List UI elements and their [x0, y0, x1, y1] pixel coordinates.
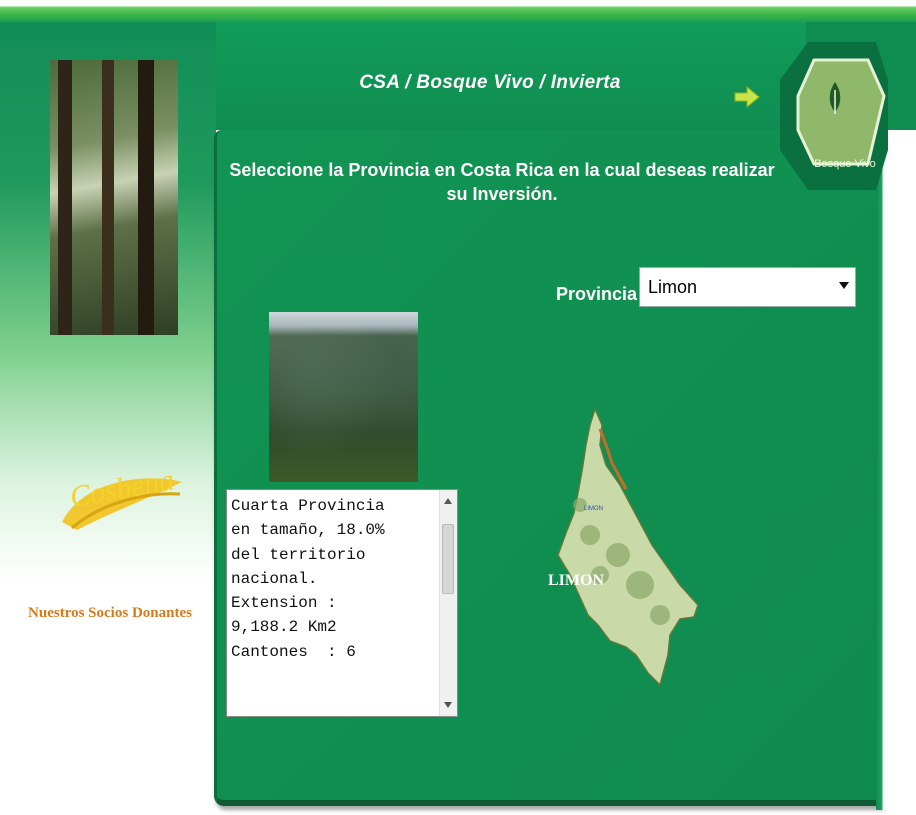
bosque-vivo-hex-logo[interactable]	[780, 40, 890, 216]
map-label: LIMON	[548, 572, 604, 589]
top-strip	[0, 0, 916, 22]
cosbena-logo[interactable]: Cosbena	[52, 442, 186, 538]
instruction-line-1: Seleccione la Provincia en Costa Rica en…	[229, 160, 775, 180]
province-info-text: Cuarta Provincia en tamaño, 18.0% del te…	[231, 497, 385, 661]
scroll-up-icon[interactable]	[444, 498, 452, 504]
info-scrollbar[interactable]	[439, 490, 457, 716]
right-edge-shadow	[876, 130, 916, 810]
partners-link[interactable]: Nuestros Socios Donantes	[10, 605, 210, 622]
scroll-thumb[interactable]	[442, 524, 454, 594]
map-small-label: LIMON	[584, 506, 603, 512]
province-photo	[269, 312, 418, 482]
province-selected-value: Limon	[648, 277, 698, 297]
forest-photo	[50, 60, 178, 335]
instruction-text: Seleccione la Provincia en Costa Rica en…	[222, 158, 782, 206]
forward-arrow-icon[interactable]	[734, 86, 760, 108]
breadcrumb: CSA / Bosque Vivo / Invierta	[359, 72, 621, 93]
province-info-textarea[interactable]: Cuarta Provincia en tamaño, 18.0% del te…	[226, 489, 458, 717]
chevron-down-icon[interactable]	[839, 282, 849, 289]
province-label: Provincia	[556, 284, 638, 304]
brand-label: Bosque Vivo	[814, 158, 876, 170]
province-map: LIMON	[557, 406, 699, 687]
instruction-line-2: su Inversión.	[446, 184, 558, 204]
scroll-down-icon[interactable]	[444, 702, 452, 708]
province-select[interactable]: Limon	[639, 267, 856, 307]
